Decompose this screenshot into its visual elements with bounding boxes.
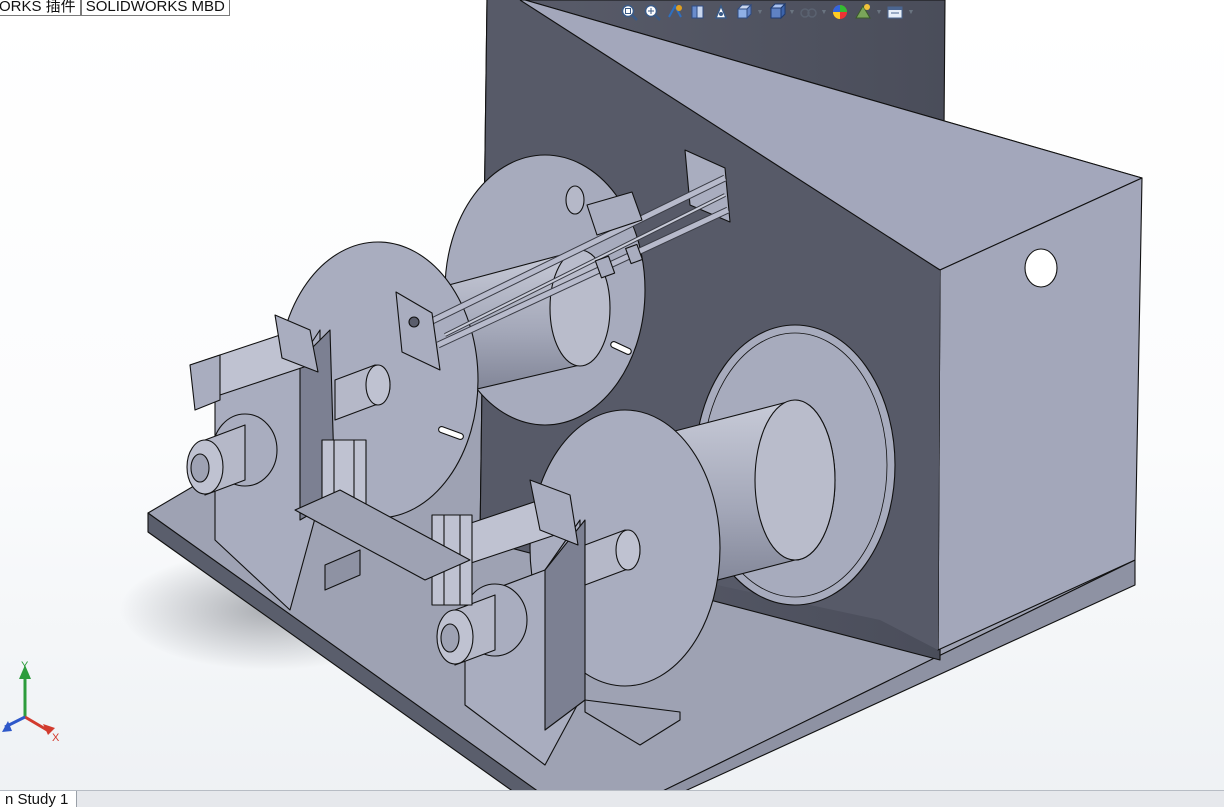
edit-appearance-icon — [833, 5, 847, 19]
triad-y-label: Y — [21, 660, 29, 672]
view-settings-icon — [887, 6, 903, 19]
tab-solidworks-mbd[interactable]: SOLIDWORKS MBD — [80, 0, 230, 16]
previous-view-icon — [668, 3, 682, 18]
view-settings-button[interactable] — [884, 1, 906, 23]
bottom-tab-bar: n Study 1 — [0, 790, 1224, 807]
assembly-model[interactable] — [0, 0, 1224, 807]
chevron-down-icon[interactable]: ▼ — [756, 1, 764, 23]
view-orientation-icon — [736, 3, 753, 20]
chevron-down-icon[interactable]: ▼ — [788, 1, 796, 23]
display-style-button[interactable] — [765, 1, 787, 23]
housing-hole — [1024, 248, 1058, 288]
lower-reel-drum-end — [754, 399, 836, 561]
section-view-icon — [691, 5, 704, 19]
tab-motion-study[interactable]: n Study 1 — [0, 791, 78, 807]
dynamic-annotation-views-icon — [714, 4, 728, 19]
chevron-down-icon[interactable]: ▼ — [907, 1, 915, 23]
hide-show-items-icon — [800, 8, 817, 18]
previous-view-button[interactable] — [664, 1, 686, 23]
pulley-wheel — [565, 185, 585, 215]
tab-plugins[interactable]: ORKS 插件 — [0, 0, 81, 16]
triad-x-label: X — [52, 732, 60, 744]
view-orientation-button[interactable] — [733, 1, 755, 23]
command-manager-tabs: ORKS 插件 SOLIDWORKS MBD — [0, 0, 230, 16]
apply-scene-icon — [855, 4, 871, 19]
zoom-to-fit-button[interactable] — [618, 1, 640, 23]
edit-appearance-button[interactable] — [829, 1, 851, 23]
zoom-to-area-icon — [644, 4, 661, 21]
zoom-to-fit-icon — [621, 4, 638, 21]
heads-up-view-toolbar: ▼ ▼ ▼ ▼ ▼ — [618, 0, 915, 24]
section-view-button[interactable] — [687, 1, 709, 23]
reference-triad: Y X — [2, 660, 60, 744]
zoom-to-area-button[interactable] — [641, 1, 663, 23]
display-style-icon — [769, 2, 786, 20]
hide-show-items-button[interactable] — [797, 1, 819, 23]
apply-scene-button[interactable] — [852, 1, 874, 23]
chevron-down-icon[interactable]: ▼ — [875, 1, 883, 23]
graphics-area[interactable]: ORKS 插件 SOLIDWORKS MBD ▼ ▼ ▼ ▼ ▼ Y X n S… — [0, 0, 1224, 807]
x-axis-arrow — [24, 715, 48, 732]
chevron-down-icon[interactable]: ▼ — [820, 1, 828, 23]
dynamic-annotation-views-button[interactable] — [710, 1, 732, 23]
